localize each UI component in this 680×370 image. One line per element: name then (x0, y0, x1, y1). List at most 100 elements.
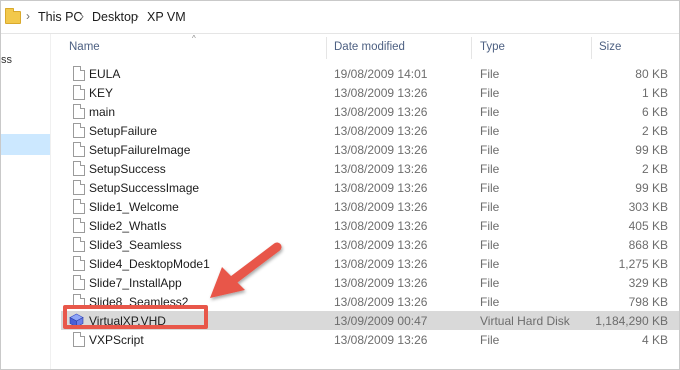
file-type: File (480, 181, 500, 195)
file-icon (73, 66, 85, 81)
file-date: 19/08/2009 14:01 (334, 67, 428, 81)
file-type: File (480, 86, 500, 100)
file-date: 13/08/2009 13:26 (334, 162, 428, 176)
file-row[interactable]: Slide2_WhatIs 13/08/2009 13:26 File 405 … (61, 216, 679, 235)
file-date: 13/08/2009 13:26 (334, 181, 428, 195)
file-size: 303 KB (628, 200, 668, 214)
file-name: Slide7_InstallApp (89, 276, 182, 290)
file-date: 13/08/2009 13:26 (334, 86, 428, 100)
file-type: File (480, 143, 500, 157)
file-date: 13/08/2009 13:26 (334, 124, 428, 138)
file-type: File (480, 67, 500, 81)
file-row[interactable]: SetupFailureImage 13/08/2009 13:26 File … (61, 140, 679, 159)
file-date: 13/08/2009 13:26 (334, 238, 428, 252)
file-type: File (480, 105, 500, 119)
file-name: SetupSuccess (89, 162, 166, 176)
column-divider[interactable] (471, 37, 472, 59)
file-size: 405 KB (628, 219, 668, 233)
nav-item-selected[interactable] (1, 134, 50, 155)
file-type: File (480, 238, 500, 252)
file-date: 13/08/2009 13:26 (334, 143, 428, 157)
file-type: File (480, 333, 500, 347)
column-divider[interactable] (326, 37, 327, 59)
file-date: 13/08/2009 13:26 (334, 276, 428, 290)
breadcrumb-desktop[interactable]: Desktop (92, 10, 138, 24)
file-name: KEY (89, 86, 114, 100)
file-size: 4 KB (641, 333, 668, 347)
chevron-right-icon[interactable]: › (80, 9, 84, 23)
file-date: 13/09/2009 00:47 (334, 314, 428, 328)
file-name: main (89, 105, 116, 119)
file-size: 1 KB (641, 86, 668, 100)
file-icon (73, 180, 85, 195)
file-size: 798 KB (628, 295, 668, 309)
file-row[interactable]: KEY 13/08/2009 13:26 File 1 KB (61, 83, 679, 102)
file-icon (73, 256, 85, 271)
file-size: 1,184,290 KB (595, 314, 668, 328)
file-row[interactable]: SetupFailure 13/08/2009 13:26 File 2 KB (61, 121, 679, 140)
file-date: 13/08/2009 13:26 (334, 200, 428, 214)
file-name: SetupFailure (89, 124, 158, 138)
file-row[interactable]: SetupSuccessImage 13/08/2009 13:26 File … (61, 178, 679, 197)
file-icon (73, 85, 85, 100)
file-row[interactable]: Slide3_Seamless 13/08/2009 13:26 File 86… (61, 235, 679, 254)
file-size: 2 KB (641, 124, 668, 138)
file-size: 6 KB (641, 105, 668, 119)
file-icon (73, 275, 85, 290)
file-row[interactable]: EULA 19/08/2009 14:01 File 80 KB (61, 64, 679, 83)
column-size[interactable]: Size (599, 41, 621, 53)
file-size: 329 KB (628, 276, 668, 290)
file-icon (73, 161, 85, 176)
address-bar[interactable]: › This PC › Desktop › XP VM (1, 1, 679, 34)
file-row[interactable]: main 13/08/2009 13:26 File 6 KB (61, 102, 679, 121)
file-date: 13/08/2009 13:26 (334, 105, 428, 119)
file-size: 1,275 KB (618, 257, 668, 271)
nav-item-partial-label[interactable]: ss (1, 54, 12, 66)
folder-icon (5, 8, 21, 24)
file-icon (73, 199, 85, 214)
file-name: SetupSuccessImage (89, 181, 200, 195)
file-icon (73, 218, 85, 233)
file-name: SetupFailureImage (89, 143, 191, 157)
file-type: File (480, 257, 500, 271)
file-name: EULA (89, 67, 121, 81)
file-size: 868 KB (628, 238, 668, 252)
file-type: File (480, 276, 500, 290)
file-type: Virtual Hard Disk (480, 314, 570, 328)
column-type[interactable]: Type (480, 41, 505, 53)
chevron-right-icon[interactable]: › (135, 9, 139, 23)
file-date: 13/08/2009 13:26 (334, 257, 428, 271)
file-icon (73, 332, 85, 347)
file-row[interactable]: SetupSuccess 13/08/2009 13:26 File 2 KB (61, 159, 679, 178)
file-date: 13/08/2009 13:26 (334, 333, 428, 347)
file-name: VXPScript (89, 333, 144, 347)
file-row[interactable]: Slide4_DesktopMode1 13/08/2009 13:26 Fil… (61, 254, 679, 273)
file-row[interactable]: VXPScript 13/08/2009 13:26 File 4 KB (61, 330, 679, 349)
file-name: Slide1_Welcome (89, 200, 179, 214)
chevron-right-icon[interactable]: › (26, 9, 30, 23)
navigation-pane[interactable]: ss (1, 34, 51, 369)
column-divider[interactable] (591, 37, 592, 59)
file-size: 2 KB (641, 162, 668, 176)
file-date: 13/08/2009 13:26 (334, 219, 428, 233)
file-type: File (480, 200, 500, 214)
file-type: File (480, 124, 500, 138)
column-date-modified[interactable]: Date modified (334, 41, 405, 53)
column-header: Name ^ Date modified Type Size (61, 34, 679, 59)
file-row[interactable]: Slide1_Welcome 13/08/2009 13:26 File 303… (61, 197, 679, 216)
breadcrumb-xp-vm[interactable]: XP VM (147, 10, 186, 24)
file-size: 99 KB (635, 143, 668, 157)
file-date: 13/08/2009 13:26 (334, 295, 428, 309)
file-size: 80 KB (635, 67, 668, 81)
file-icon (73, 142, 85, 157)
file-row[interactable]: Slide7_InstallApp 13/08/2009 13:26 File … (61, 273, 679, 292)
file-icon (73, 104, 85, 119)
file-name: Slide2_WhatIs (89, 219, 167, 233)
file-type: File (480, 295, 500, 309)
breadcrumb-this-pc[interactable]: This PC (38, 10, 82, 24)
file-name: Slide3_Seamless (89, 238, 182, 252)
file-type: File (480, 219, 500, 233)
column-name[interactable]: Name (69, 41, 100, 53)
file-size: 99 KB (635, 181, 668, 195)
file-name: Slide4_DesktopMode1 (89, 257, 210, 271)
